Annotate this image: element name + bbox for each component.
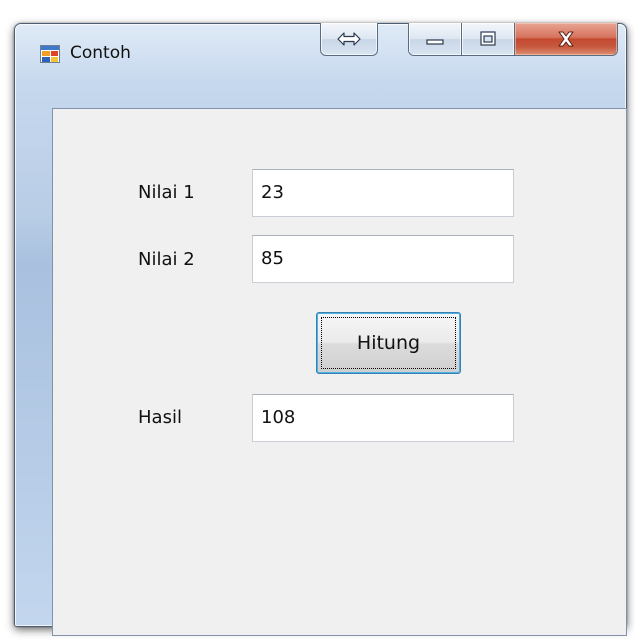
resize-arrows-button[interactable] (320, 23, 378, 56)
nilai1-label: Nilai 1 (138, 182, 195, 203)
maximize-button[interactable] (462, 23, 515, 55)
maximize-icon (480, 31, 496, 46)
app-window: Contoh Nilai 1 23 Nilai 2 85 Hitung Hasi… (14, 23, 627, 636)
minimize-button[interactable] (409, 23, 462, 55)
hasil-label: Hasil (138, 407, 182, 428)
nilai1-input[interactable]: 23 (252, 169, 514, 217)
hitung-button-label: Hitung (356, 332, 421, 354)
screen: Contoh Nilai 1 23 Nilai 2 85 Hitung Hasi… (0, 0, 635, 643)
caption-buttons (408, 23, 618, 56)
nilai2-label: Nilai 2 (138, 249, 195, 270)
resize-arrows-icon (337, 32, 361, 46)
close-icon (558, 31, 574, 47)
form-client-area: Nilai 1 23 Nilai 2 85 Hitung Hasil 108 (52, 108, 627, 636)
form-app-icon[interactable] (40, 45, 60, 63)
minimize-icon (426, 39, 444, 45)
nilai2-input[interactable]: 85 (252, 235, 514, 283)
close-button[interactable] (515, 23, 617, 55)
hasil-input[interactable]: 108 (252, 394, 514, 442)
hitung-button[interactable]: Hitung (316, 312, 461, 374)
window-title: Contoh (70, 43, 131, 63)
